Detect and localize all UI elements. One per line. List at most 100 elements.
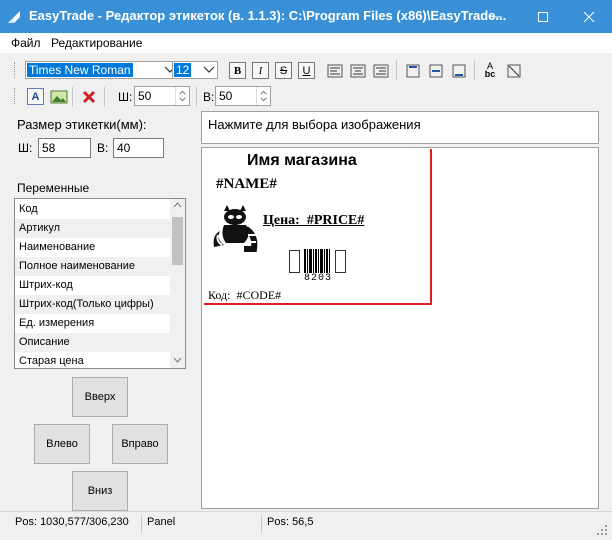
scroll-thumb[interactable] [172,217,183,265]
menu-bar: Файл Редактирование [0,33,612,53]
app-icon [8,11,20,23]
valign-top-icon [406,64,420,78]
valign-middle-button[interactable] [427,62,445,80]
line-tool-button[interactable] [505,62,523,80]
toolbar-grip [14,62,17,78]
format-toolbar: Times New Roman 12 B I S U A bc [10,58,530,82]
maximize-icon [538,11,548,22]
move-down-button[interactable]: Вниз [72,471,128,511]
align-center-button[interactable] [349,62,367,80]
add-text-button[interactable]: A [27,88,44,105]
minimize-button[interactable] [474,0,520,33]
toolbar-separator [72,87,73,107]
valign-middle-icon [429,64,443,78]
list-item[interactable]: Описание [15,333,171,352]
valign-top-button[interactable] [404,62,422,80]
label-height-field[interactable]: 40 [113,138,164,158]
menu-edit[interactable]: Редактирование [51,36,142,50]
variables-scrollbar[interactable] [170,199,185,368]
insert-toolbar: A Ш: 50 В: 50 [10,85,280,109]
status-separator [261,515,262,533]
toolbar-separator [196,87,197,107]
list-item[interactable]: Наименование [19,238,169,257]
diagonal-line-icon [507,64,521,78]
move-up-button[interactable]: Вверх [72,377,128,417]
delete-x-icon [82,90,96,104]
list-item[interactable]: Штрих-код [19,276,169,295]
font-size-value: 12 [174,63,192,77]
toolbar-separator [396,60,397,80]
valign-bottom-button[interactable] [450,62,468,80]
toolbar-grip [14,88,17,104]
rotate-text-sub: bc [484,69,496,79]
list-item[interactable]: Ед. измерения [19,314,169,333]
raccoon-logo-icon[interactable] [210,205,260,255]
move-right-button[interactable]: Вправо [112,424,168,464]
menu-file[interactable]: Файл [11,36,41,50]
list-item[interactable]: Штрих-код(Только цифры) [15,295,171,314]
width-label: Ш: [118,90,133,104]
maximize-button[interactable] [520,0,566,33]
toolbar-separator [474,60,475,80]
font-name-select[interactable]: Times New Roman [25,61,179,79]
list-item[interactable]: Старая цена [19,352,169,368]
bold-button[interactable]: B [229,62,246,79]
price-variable-text[interactable]: Цена: #PRICE# [263,213,364,229]
title-bar: EasyTrade - Редактор этикеток (в. 1.1.3)… [0,0,612,33]
select-image-box[interactable]: Нажмите для выбора изображения [201,111,599,144]
barcode-graphic[interactable] [289,249,347,275]
align-left-button[interactable] [326,62,344,80]
image-icon [50,90,68,104]
window-title: EasyTrade - Редактор этикеток (в. 1.1.3)… [29,8,507,23]
status-bar: Pos: 1030,577/306,230 Panel Pos: 56,5 [0,511,612,540]
name-variable-text[interactable]: #NAME# [216,176,277,193]
font-name-value: Times New Roman [27,63,133,77]
strikethrough-button[interactable]: S [275,62,292,79]
element-width-value: 50 [138,89,152,103]
spin-arrows-icon [175,87,186,105]
minimize-icon [492,16,502,17]
italic-button[interactable]: I [252,62,269,79]
spin-arrows-icon [256,87,267,105]
list-item[interactable]: Код [19,200,169,219]
label-width-label: Ш: [18,141,33,155]
element-width-stepper[interactable]: 50 [134,86,190,106]
resize-grip-icon[interactable] [596,524,608,536]
align-left-icon [327,64,343,78]
shop-name-text[interactable]: Имя магазина [247,152,357,170]
status-separator [141,515,142,533]
status-panel: Panel [147,516,176,528]
label-canvas[interactable]: Имя магазина #NAME# Цена: #PRICE# 8203 К… [201,147,599,509]
status-pos-left: Pos: 1030,577/306,230 [15,516,129,528]
move-left-button[interactable]: Влево [34,424,90,464]
valign-bottom-icon [452,64,466,78]
chevron-down-icon [203,66,215,73]
align-center-icon [350,64,366,78]
add-image-button[interactable] [50,88,68,106]
align-right-button[interactable] [372,62,390,80]
label-size-title: Размер этикетки(мм): [17,117,147,132]
delete-button[interactable] [80,88,98,106]
close-icon [583,11,595,22]
variables-list: Код Артикул Наименование Полное наименов… [14,198,186,369]
barcode-number[interactable]: 8203 [304,273,332,284]
label-width-field[interactable]: 58 [38,138,91,158]
status-pos-right: Pos: 56,5 [267,516,314,528]
height-label: В: [203,90,215,104]
close-button[interactable] [566,0,612,33]
underline-button[interactable]: U [298,62,315,79]
label-preview[interactable]: Имя магазина #NAME# Цена: #PRICE# 8203 К… [204,149,432,305]
list-item[interactable]: Артикул [15,219,171,238]
variables-title: Переменные [17,181,90,195]
label-height-label: В: [97,141,109,155]
font-size-select[interactable]: 12 [172,61,218,79]
element-height-value: 50 [219,89,233,103]
code-variable-text[interactable]: Код: #CODE# [208,288,281,303]
scroll-down-icon[interactable] [173,357,182,363]
element-height-stepper[interactable]: 50 [215,86,271,106]
scroll-up-icon[interactable] [173,202,182,208]
align-right-icon [373,64,389,78]
list-item[interactable]: Полное наименование [15,257,171,276]
toolbar-separator [104,87,105,107]
rotate-text-button[interactable]: A bc [481,61,499,79]
